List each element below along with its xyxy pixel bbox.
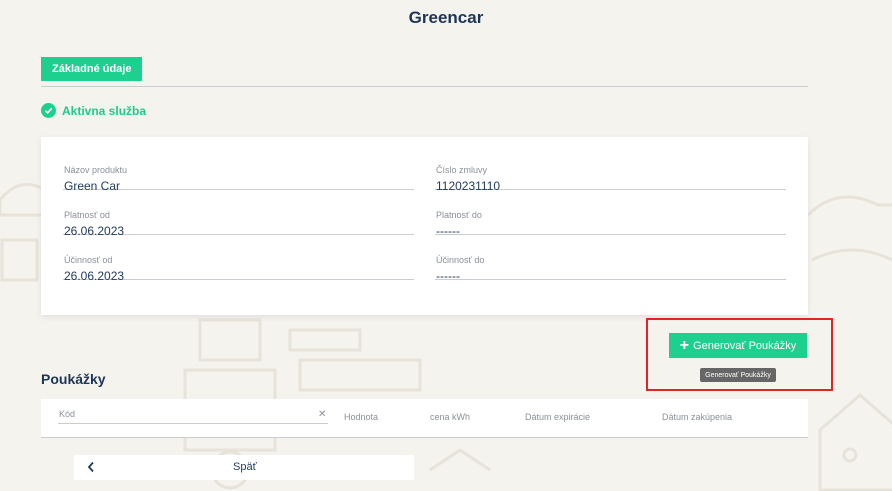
effective-to-label: Účinnosť do	[436, 255, 485, 265]
column-header-expiry-date[interactable]: Dátum expirácie	[525, 412, 590, 422]
vouchers-table-header: ✕ Hodnota cena kWh Dátum expirácie Dátum…	[41, 399, 808, 438]
product-name-label: Názov produktu	[64, 165, 128, 175]
effective-to-field: Účinnosť do ------	[435, 235, 786, 283]
generate-vouchers-tooltip: Generovať Poukážky	[700, 368, 776, 382]
back-button[interactable]: Späť	[74, 455, 414, 480]
chevron-left-icon	[87, 460, 95, 478]
page-title: Greencar	[408, 8, 484, 27]
effective-from-value: 26.06.2023	[64, 269, 125, 283]
valid-to-label: Platnosť do	[436, 210, 482, 220]
vouchers-title: Poukážky	[41, 371, 106, 387]
product-name-field: Názov produktu Green Car	[63, 145, 414, 193]
tab-bar: Základné údaje	[41, 57, 808, 87]
column-header-purchase-date[interactable]: Dátum zakúpenia	[662, 412, 732, 422]
status-label: Aktivna služba	[62, 103, 147, 118]
effective-to-value: ------	[436, 269, 460, 283]
contract-number-label: Číslo zmluvy	[436, 165, 488, 175]
contract-number-field: Číslo zmluvy 1120231110	[435, 145, 786, 193]
valid-to-field: Platnosť do ------	[435, 190, 786, 238]
clear-icon[interactable]: ✕	[318, 409, 326, 420]
tab-basic-info[interactable]: Základné údaje	[41, 57, 143, 81]
plus-icon: +	[679, 336, 690, 354]
generate-vouchers-button[interactable]: + Generovať Poukážky	[669, 333, 807, 358]
valid-from-label: Platnosť od	[64, 210, 110, 220]
valid-from-field: Platnosť od 26.06.2023	[63, 190, 414, 238]
generate-vouchers-label: Generovať Poukážky	[693, 339, 797, 352]
code-search-input[interactable]	[58, 405, 328, 424]
column-header-value[interactable]: Hodnota	[344, 412, 378, 422]
back-label: Späť	[233, 461, 257, 473]
effective-from-label: Účinnosť od	[64, 255, 113, 265]
service-status: Aktivna služba	[41, 103, 146, 118]
details-card: Názov produktu Green Car Číslo zmluvy 11…	[41, 137, 808, 315]
effective-from-field: Účinnosť od 26.06.2023	[63, 235, 414, 283]
column-header-price-kwh[interactable]: cena kWh	[430, 412, 470, 422]
check-circle-icon	[41, 103, 56, 118]
